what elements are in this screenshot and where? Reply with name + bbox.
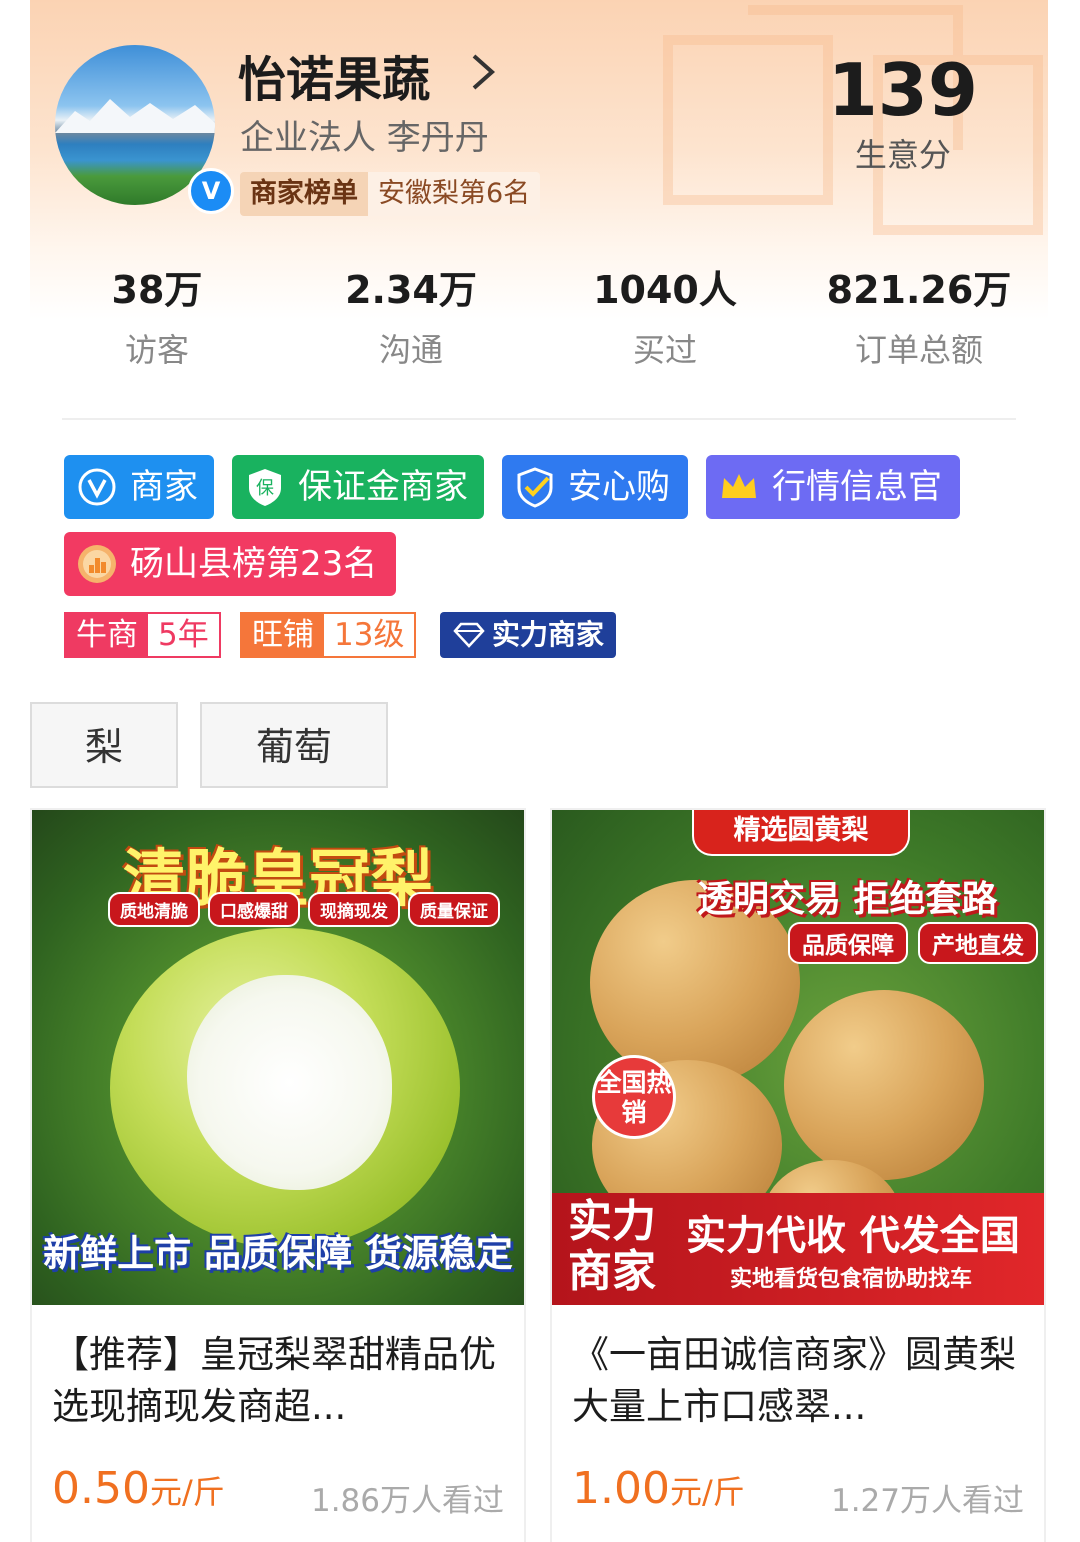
image-slogan: 透明交易 拒绝套路 bbox=[697, 879, 998, 920]
price-row: 1.00元/斤 1.27万人看过 bbox=[552, 1463, 1044, 1523]
strong-merchant-badge[interactable]: 实力商家 bbox=[440, 612, 617, 658]
merchant-rank-tag[interactable]: 商家榜单 安徽梨第6名 bbox=[240, 172, 541, 216]
product-price: 1.00元/斤 bbox=[572, 1463, 745, 1514]
svg-text:保: 保 bbox=[256, 478, 274, 499]
badge-label: 安心购 bbox=[568, 467, 670, 507]
score-label: 生意分 bbox=[854, 136, 951, 174]
price-unit: 元/斤 bbox=[669, 1473, 745, 1511]
county-rank-badge[interactable]: 砀山县榜第23名 bbox=[64, 532, 396, 596]
niushang-years-badge[interactable]: 牛商 5年 bbox=[64, 612, 221, 658]
price-unit: 元/斤 bbox=[149, 1473, 225, 1511]
feature-chip: 产地直发 bbox=[918, 922, 1038, 964]
badge-label: 旺铺 bbox=[242, 614, 324, 656]
stat-label: 订单总额 bbox=[854, 331, 983, 369]
feature-chip: 质量保证 bbox=[408, 892, 500, 927]
ranking-medal-icon bbox=[78, 545, 116, 583]
verified-v-icon: V bbox=[188, 168, 234, 214]
badge-value: 13级 bbox=[324, 614, 415, 656]
business-score[interactable]: 139 生意分 bbox=[828, 50, 978, 176]
view-count: 1.27万人看过 bbox=[830, 1483, 1024, 1519]
shop-name[interactable]: 怡诺果蔬 bbox=[238, 40, 430, 110]
product-title[interactable]: 《一亩田诚信商家》圆黄梨大量上市口感翠... bbox=[552, 1305, 1044, 1433]
product-image[interactable]: 清脆皇冠梨 质地清脆 口感爆甜 现摘现发 质量保证 新鲜上市 品质保障 货源稳定 bbox=[32, 810, 524, 1305]
shield-check-icon bbox=[517, 467, 553, 508]
product-price: 0.50元/斤 bbox=[52, 1463, 225, 1514]
view-count: 1.86万人看过 bbox=[310, 1483, 504, 1519]
badge-label: 保证金商家 bbox=[298, 467, 468, 507]
feature-chip: 现摘现发 bbox=[308, 892, 400, 927]
chevron-right-icon[interactable] bbox=[468, 52, 498, 92]
banner-sub-text: 实地看货包食宿协助找车 bbox=[730, 1267, 973, 1292]
shop-stats: 38万 访客 2.34万 沟通 1040人 买过 821.26万 订单总额 bbox=[30, 265, 1048, 371]
divider bbox=[62, 418, 1016, 420]
v-circle-icon bbox=[78, 468, 116, 506]
image-feature-chips: 品质保障 产地直发 bbox=[788, 922, 1038, 964]
wangpu-level-badge[interactable]: 旺铺 13级 bbox=[240, 612, 417, 658]
mountain-icon bbox=[55, 99, 215, 133]
stat-label: 沟通 bbox=[378, 331, 443, 369]
banner-main-text: 实力代收 代发全国 bbox=[686, 1213, 1020, 1259]
stat-value: 38万 bbox=[111, 268, 203, 312]
image-feature-chips: 质地清脆 口感爆甜 现摘现发 质量保证 bbox=[108, 892, 500, 927]
stat-label: 买过 bbox=[632, 331, 697, 369]
stat-order-total: 821.26万 订单总额 bbox=[792, 265, 1046, 371]
merchant-badge[interactable]: 商家 bbox=[64, 455, 214, 519]
badge-label: 砀山县榜第23名 bbox=[130, 544, 378, 584]
market-officer-badge[interactable]: 行情信息官 bbox=[706, 455, 960, 519]
feature-chip: 品质保障 bbox=[788, 922, 908, 964]
image-ribbon: 精选圆黄梨 bbox=[692, 810, 910, 856]
banner-left-text: 实力商家 bbox=[568, 1196, 656, 1297]
price-value: 1.00 bbox=[572, 1463, 670, 1514]
stat-value: 1040人 bbox=[593, 268, 737, 312]
price-value: 0.50 bbox=[52, 1463, 150, 1514]
shield-icon: 保 bbox=[249, 469, 281, 506]
stat-label: 访客 bbox=[124, 331, 189, 369]
score-value: 139 bbox=[827, 48, 978, 132]
product-image[interactable]: 精选圆黄梨 透明交易 拒绝套路 品质保障 产地直发 全国热销 实力商家 实力代收… bbox=[552, 810, 1044, 1305]
stat-value: 821.26万 bbox=[826, 268, 1012, 312]
feature-chip: 口感爆甜 bbox=[208, 892, 300, 927]
rank-value: 安徽梨第6名 bbox=[368, 172, 541, 216]
price-row: 0.50元/斤 1.86万人看过 bbox=[32, 1463, 524, 1523]
badge-value: 5年 bbox=[148, 614, 219, 656]
stat-value: 2.34万 bbox=[345, 268, 477, 312]
diamond-icon bbox=[453, 622, 485, 648]
stat-visitors: 38万 访客 bbox=[30, 265, 284, 371]
stat-communications: 2.34万 沟通 bbox=[284, 265, 538, 371]
tab-pear[interactable]: 梨 bbox=[30, 702, 178, 788]
product-card[interactable]: 清脆皇冠梨 质地清脆 口感爆甜 现摘现发 质量保证 新鲜上市 品质保障 货源稳定… bbox=[30, 808, 526, 1542]
legal-person: 企业法人 李丹丹 bbox=[240, 118, 489, 158]
rank-label: 商家榜单 bbox=[240, 172, 368, 216]
hot-sale-seal: 全国热销 bbox=[592, 1055, 676, 1139]
image-footer-text: 新鲜上市 品质保障 货源稳定 bbox=[43, 1232, 513, 1275]
product-card[interactable]: 精选圆黄梨 透明交易 拒绝套路 品质保障 产地直发 全国热销 实力商家 实力代收… bbox=[550, 808, 1046, 1542]
product-title[interactable]: 【推荐】皇冠梨翠甜精品优选现摘现发商超... bbox=[32, 1305, 524, 1433]
stat-buyers: 1040人 买过 bbox=[538, 265, 792, 371]
tab-grape[interactable]: 葡萄 bbox=[200, 702, 388, 788]
shop-header-card: V 怡诺果蔬 企业法人 李丹丹 商家榜单 安徽梨第6名 139 生意分 38万 … bbox=[30, 0, 1048, 690]
badge-label: 行情信息官 bbox=[772, 467, 942, 507]
secure-purchase-badge[interactable]: 安心购 bbox=[502, 455, 688, 519]
badge-label: 牛商 bbox=[66, 614, 148, 656]
badge-label: 商家 bbox=[130, 467, 198, 507]
pear-illustration bbox=[784, 990, 984, 1180]
badge-label: 实力商家 bbox=[492, 618, 605, 651]
image-banner: 实力商家 实力代收 代发全国 实地看货包食宿协助找车 bbox=[552, 1193, 1044, 1305]
deposit-merchant-badge[interactable]: 保 保证金商家 bbox=[232, 455, 484, 519]
feature-chip: 质地清脆 bbox=[108, 892, 200, 927]
crown-icon bbox=[722, 474, 756, 498]
